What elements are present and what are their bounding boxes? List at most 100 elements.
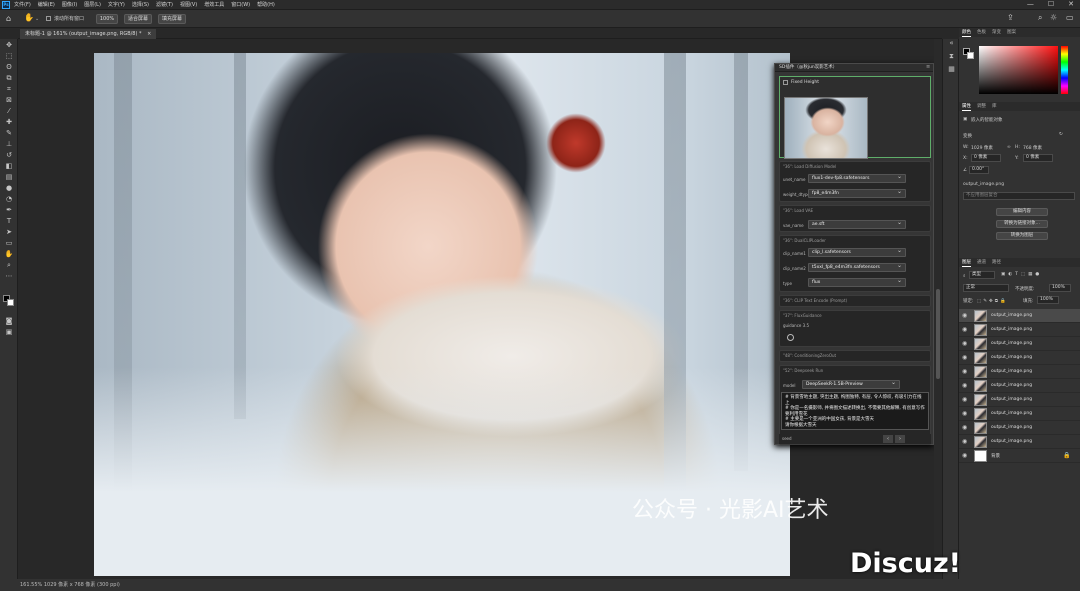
blend-mode-select[interactable]: 正常 [963, 284, 1009, 292]
eye-icon[interactable]: ◉ [962, 354, 967, 361]
maximize-button[interactable]: ☐ [1048, 0, 1054, 8]
clip-type-select[interactable]: flux [808, 277, 906, 287]
menu-layer[interactable]: 图层(L) [84, 1, 101, 8]
tab-paths[interactable]: 路径 [992, 258, 1001, 267]
healing-brush-tool-icon[interactable]: ✚ [4, 118, 14, 126]
plugin-panel-icon[interactable]: ▦ [947, 65, 956, 73]
layer-row[interactable]: ◉ output_image.png [959, 421, 1080, 435]
eye-icon[interactable]: ◉ [962, 424, 967, 431]
fixed-height-checkbox[interactable] [783, 80, 788, 85]
minimize-button[interactable]: — [1027, 0, 1034, 8]
lock-icons[interactable]: ⬚✎✥⧉🔒 [977, 298, 1008, 304]
stamp-tool-icon[interactable]: ⊥ [4, 140, 14, 148]
link-icon[interactable]: ∞ [1007, 145, 1011, 150]
menu-image[interactable]: 图像(I) [62, 1, 77, 8]
type-tool-icon[interactable]: T [4, 217, 14, 225]
eye-icon[interactable]: ◉ [962, 410, 967, 417]
quick-mask-icon[interactable]: ◙ [4, 317, 14, 325]
close-button[interactable]: ✕ [1068, 0, 1074, 8]
prompt-textarea[interactable]: # 背景雪地主题, 突出主题, 构图独特, 有层, 令人惊叹, 有吸引力在线上 … [781, 392, 929, 430]
dodge-tool-icon[interactable]: ◔ [4, 195, 14, 203]
home-icon[interactable]: ⌂ [6, 14, 11, 23]
history-panel-icon[interactable]: ⧗ [947, 52, 956, 60]
layer-row[interactable]: ◉ output_image.png [959, 407, 1080, 421]
menu-window[interactable]: 窗口(W) [231, 1, 250, 8]
tab-channels[interactable]: 通道 [977, 258, 986, 267]
reset-icon[interactable]: ↻ [1059, 132, 1063, 137]
eye-icon[interactable]: ◉ [962, 368, 967, 375]
kind-filter-select[interactable]: 类型 [969, 271, 995, 279]
menu-view[interactable]: 视图(V) [180, 1, 197, 8]
workspace-icon[interactable]: ▭ [1066, 13, 1074, 22]
frame-tool-icon[interactable]: ⊠ [4, 96, 14, 104]
eye-icon[interactable]: ◉ [962, 438, 967, 445]
eyedropper-tool-icon[interactable]: ⁄ [4, 107, 14, 115]
eye-icon[interactable]: ◉ [962, 382, 967, 389]
rectangle-tool-icon[interactable]: ▭ [4, 239, 14, 247]
layer-row[interactable]: ◉ output_image.png [959, 365, 1080, 379]
tab-color[interactable]: 颜色 [962, 28, 971, 37]
hand-tool-icon[interactable]: ✋ [4, 250, 14, 258]
opacity-value[interactable]: 100% [1049, 284, 1071, 292]
fit-screen-button[interactable]: 适合屏幕 [124, 14, 152, 24]
brush-tool-icon[interactable]: ✎ [4, 129, 14, 137]
tab-patterns[interactable]: 图案 [1007, 28, 1016, 37]
scroll-all-checkbox[interactable] [46, 16, 51, 21]
layer-row[interactable]: ◉ output_image.png [959, 337, 1080, 351]
crop-tool-icon[interactable]: ⌗ [4, 85, 14, 93]
clip-name2-select[interactable]: t5xxl_fp8_e4m3fn.safetensors [808, 262, 906, 272]
pen-tool-icon[interactable]: ✒ [4, 206, 14, 214]
y-value[interactable]: 0 像素 [1023, 154, 1053, 162]
unet-name-select[interactable]: flux1-dev-fp8.safetensors [808, 173, 906, 183]
blur-tool-icon[interactable]: ● [4, 184, 14, 192]
fill-screen-button[interactable]: 填充屏幕 [158, 14, 186, 24]
w-value[interactable]: 1029 像素 [971, 145, 993, 151]
share-icon[interactable]: ⇪ [1007, 13, 1014, 22]
layer-row[interactable]: ◉ output_image.png [959, 435, 1080, 449]
chevron-down-icon[interactable]: ⌄ [35, 16, 39, 22]
eye-icon[interactable]: ◉ [962, 340, 967, 347]
tab-gradients[interactable]: 渐变 [992, 28, 1001, 37]
tab-layers[interactable]: 图层 [962, 258, 971, 267]
more-tools-icon[interactable]: ⋯ [4, 272, 14, 280]
canvas-vertical-scrollbar[interactable] [934, 39, 942, 579]
menu-select[interactable]: 选择(S) [132, 1, 149, 8]
menu-edit[interactable]: 编辑(E) [38, 1, 55, 8]
gradient-tool-icon[interactable]: ▤ [4, 173, 14, 181]
eye-icon[interactable]: ◉ [962, 312, 967, 319]
menu-filter[interactable]: 滤镜(T) [156, 1, 173, 8]
tab-libraries[interactable]: 库 [992, 102, 997, 111]
hand-tool-icon[interactable]: ✋ [24, 13, 34, 22]
vae-name-select[interactable]: ae.sft [808, 219, 906, 229]
x-value[interactable]: 0 像素 [971, 154, 1001, 162]
clip-name1-select[interactable]: clip_l.safetensors [808, 247, 906, 257]
object-select-tool-icon[interactable]: ⧉ [4, 74, 14, 82]
layer-row[interactable]: ◉ output_image.png [959, 351, 1080, 365]
tab-properties[interactable]: 属性 [962, 102, 971, 111]
layer-comp-select[interactable]: 不应用图层复合 [963, 192, 1075, 200]
weight-dtype-select[interactable]: fp8_e4m3fn [808, 188, 906, 198]
layer-row[interactable]: ◉ output_image.png [959, 323, 1080, 337]
background-swatch[interactable] [967, 52, 974, 59]
fill-value[interactable]: 100% [1037, 296, 1059, 304]
collapse-icon[interactable]: « [947, 39, 956, 47]
seed-decrement-button[interactable]: ‹ [883, 435, 893, 443]
layer-filter-icons[interactable]: ▣◐T⬚▦● [1001, 272, 1042, 277]
convert-linked-button[interactable]: 转换为链接对象... [996, 220, 1048, 228]
layer-row[interactable]: ◉ output_image.png [959, 379, 1080, 393]
tab-adjustments[interactable]: 调整 [977, 102, 986, 111]
layer-row-background[interactable]: ◉ 背景 🔒 [959, 449, 1080, 463]
eye-icon[interactable]: ◉ [962, 396, 967, 403]
move-tool-icon[interactable]: ✥ [4, 41, 14, 49]
eraser-tool-icon[interactable]: ◧ [4, 162, 14, 170]
deepseek-model-select[interactable]: DeepSeekR-1.5B-Preview [802, 379, 900, 389]
zoom-100-button[interactable]: 100% [96, 14, 118, 24]
h-value[interactable]: 768 像素 [1023, 145, 1042, 151]
panel-menu-icon[interactable]: ≡ [926, 64, 930, 70]
screen-mode-icon[interactable]: ▣ [4, 328, 14, 336]
color-picker-field[interactable] [979, 46, 1058, 94]
scrollbar-thumb[interactable] [936, 289, 940, 379]
document-tab[interactable]: 未标题-1 @ 161% (output_image.png, RGB/8) *… [20, 29, 157, 39]
history-brush-tool-icon[interactable]: ↺ [4, 151, 14, 159]
menu-help[interactable]: 帮助(H) [257, 1, 275, 8]
